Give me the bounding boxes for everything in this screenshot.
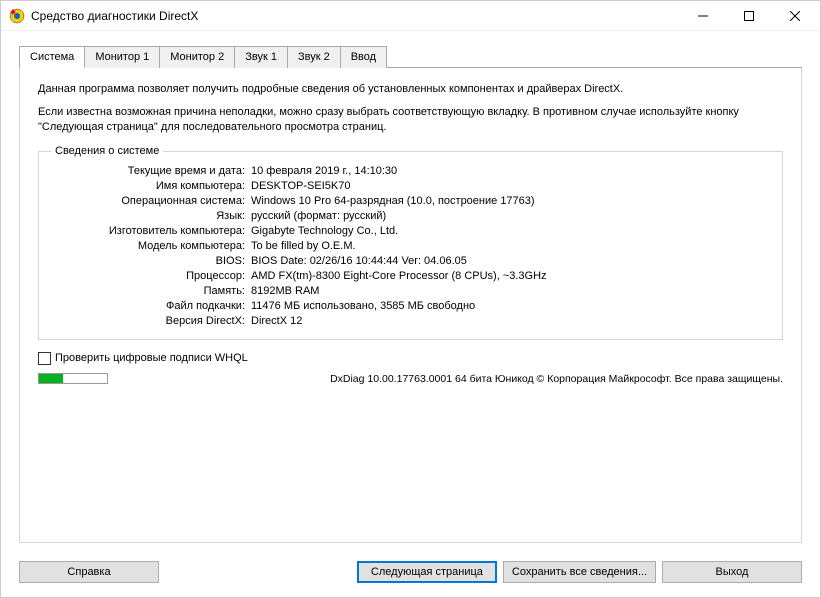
tab-monitor2[interactable]: Монитор 2 [159,46,235,68]
progress-fill [39,374,63,383]
next-page-button[interactable]: Следующая страница [357,561,497,583]
value-os: Windows 10 Pro 64-разрядная (10.0, постр… [251,195,770,207]
row-processor: Процессор:AMD FX(tm)-8300 Eight-Core Pro… [51,269,770,284]
tab-content: Данная программа позволяет получить подр… [19,68,802,543]
label-manufacturer: Изготовитель компьютера: [51,225,251,237]
row-os: Операционная система:Windows 10 Pro 64-р… [51,194,770,209]
save-all-button[interactable]: Сохранить все сведения... [503,561,656,583]
tab-sound1[interactable]: Звук 1 [234,46,288,68]
value-manufacturer: Gigabyte Technology Co., Ltd. [251,225,770,237]
whql-checkbox[interactable] [38,352,51,365]
footer-row: DxDiag 10.00.17763.0001 64 бита Юникод ©… [38,373,783,385]
label-computername: Имя компьютера: [51,180,251,192]
spacer [165,561,351,583]
button-bar: Справка Следующая страница Сохранить все… [1,553,820,597]
row-directx: Версия DirectX:DirectX 12 [51,314,770,329]
intro-text-1: Данная программа позволяет получить подр… [38,82,783,97]
window-title: Средство диагностики DirectX [31,9,680,23]
tab-sound2[interactable]: Звук 2 [287,46,341,68]
help-button[interactable]: Справка [19,561,159,583]
label-memory: Память: [51,285,251,297]
label-bios: BIOS: [51,255,251,267]
app-icon [9,8,25,24]
row-language: Язык:русский (формат: русский) [51,209,770,224]
exit-button[interactable]: Выход [662,561,802,583]
value-datetime: 10 февраля 2019 г., 14:10:30 [251,165,770,177]
value-processor: AMD FX(tm)-8300 Eight-Core Processor (8 … [251,270,770,282]
row-computername: Имя компьютера:DESKTOP-SEI5K70 [51,179,770,194]
content-area: Система Монитор 1 Монитор 2 Звук 1 Звук … [1,31,820,553]
label-os: Операционная система: [51,195,251,207]
intro-text-2: Если известна возможная причина неполадк… [38,105,783,135]
minimize-button[interactable] [680,1,726,31]
value-directx: DirectX 12 [251,315,770,327]
label-language: Язык: [51,210,251,222]
row-datetime: Текущие время и дата:10 февраля 2019 г.,… [51,164,770,179]
system-info-group: Сведения о системе Текущие время и дата:… [38,151,783,340]
value-model: To be filled by O.E.M. [251,240,770,252]
window-controls [680,1,818,31]
label-directx: Версия DirectX: [51,315,251,327]
value-memory: 8192MB RAM [251,285,770,297]
value-computername: DESKTOP-SEI5K70 [251,180,770,192]
tab-system[interactable]: Система [19,46,85,68]
whql-checkbox-label: Проверить цифровые подписи WHQL [55,352,248,364]
row-bios: BIOS:BIOS Date: 02/26/16 10:44:44 Ver: 0… [51,254,770,269]
label-model: Модель компьютера: [51,240,251,252]
close-button[interactable] [772,1,818,31]
progress-bar [38,373,108,384]
label-processor: Процессор: [51,270,251,282]
row-manufacturer: Изготовитель компьютера:Gigabyte Technol… [51,224,770,239]
row-pagefile: Файл подкачки:11476 МБ использовано, 358… [51,299,770,314]
titlebar: Средство диагностики DirectX [1,1,820,31]
tab-monitor1[interactable]: Монитор 1 [84,46,160,68]
value-pagefile: 11476 МБ использовано, 3585 МБ свободно [251,300,770,312]
tab-input[interactable]: Ввод [340,46,387,68]
window: Средство диагностики DirectX Система Мон… [0,0,821,598]
maximize-button[interactable] [726,1,772,31]
value-language: русский (формат: русский) [251,210,770,222]
system-info-rows: Текущие время и дата:10 февраля 2019 г.,… [51,164,770,329]
tab-bar: Система Монитор 1 Монитор 2 Звук 1 Звук … [19,45,802,68]
row-model: Модель компьютера:To be filled by O.E.M. [51,239,770,254]
whql-checkbox-row[interactable]: Проверить цифровые подписи WHQL [38,352,783,365]
label-datetime: Текущие время и дата: [51,165,251,177]
version-text: DxDiag 10.00.17763.0001 64 бита Юникод ©… [120,373,783,385]
row-memory: Память:8192MB RAM [51,284,770,299]
system-info-legend: Сведения о системе [51,145,163,157]
value-bios: BIOS Date: 02/26/16 10:44:44 Ver: 04.06.… [251,255,770,267]
label-pagefile: Файл подкачки: [51,300,251,312]
